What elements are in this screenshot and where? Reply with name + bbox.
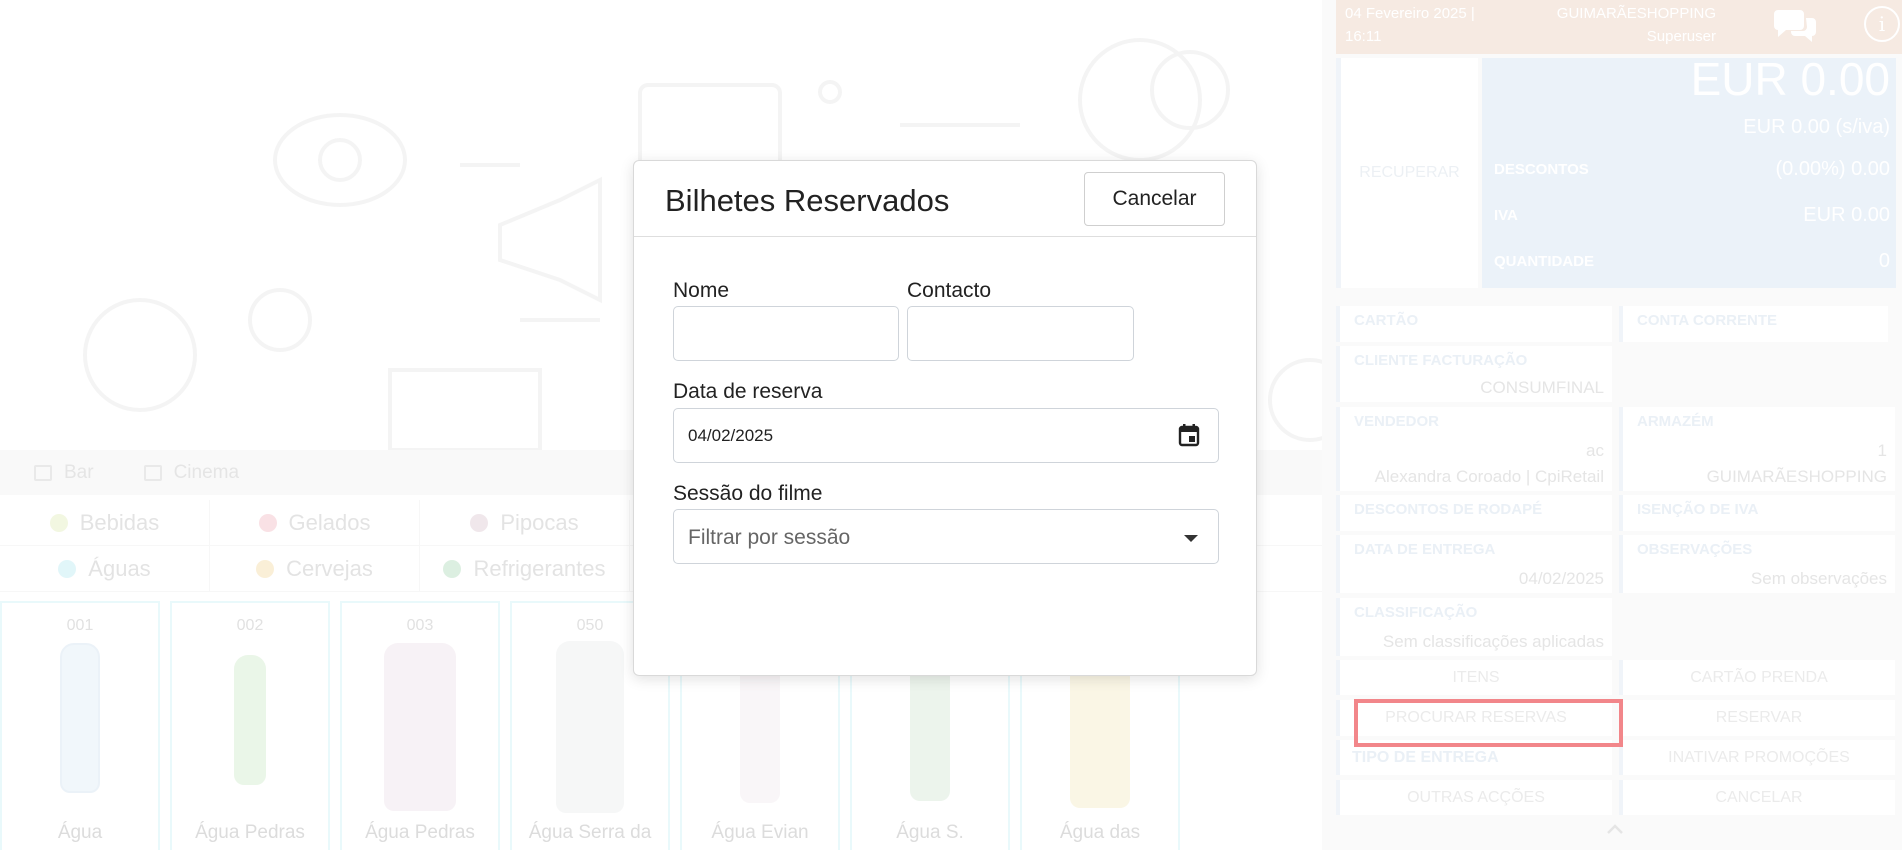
date-label: Data de reserva bbox=[673, 380, 823, 403]
contact-input[interactable] bbox=[907, 306, 1134, 361]
calendar-icon[interactable] bbox=[1178, 423, 1200, 447]
reserved-tickets-modal: Bilhetes Reservados Cancelar Nome Contac… bbox=[633, 160, 1257, 676]
session-placeholder: Filtrar por sessão bbox=[688, 526, 851, 549]
modal-title: Bilhetes Reservados bbox=[665, 183, 950, 218]
date-input[interactable] bbox=[673, 408, 1219, 463]
name-input[interactable] bbox=[673, 306, 899, 361]
name-label: Nome bbox=[673, 279, 730, 302]
contact-label: Contacto bbox=[907, 279, 992, 302]
modal-header: Bilhetes Reservados Cancelar bbox=[634, 161, 1256, 237]
cancel-button[interactable]: Cancelar bbox=[1084, 172, 1225, 226]
session-label: Sessão do filme bbox=[673, 482, 823, 505]
chevron-down-icon[interactable] bbox=[1184, 535, 1198, 542]
